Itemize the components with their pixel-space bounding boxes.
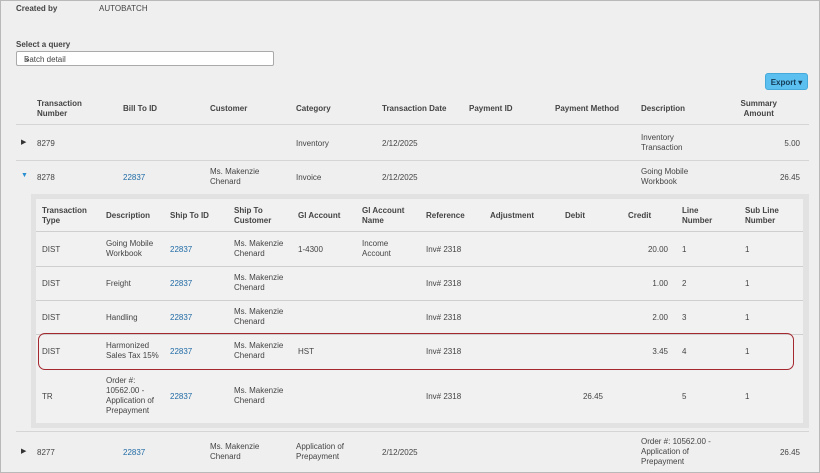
header-transaction-date: Transaction Date — [382, 104, 447, 113]
detail-gl-account: 1-4300 — [298, 245, 323, 254]
detail-credit: 2.00 — [652, 313, 668, 322]
header-description: Description — [641, 104, 686, 113]
subheader-sub-line-number: Sub Line Number — [745, 206, 779, 225]
detail-reference: Inv# 2318 — [426, 245, 462, 254]
detail-line-number: 1 — [682, 245, 687, 254]
expand-triangle-icon[interactable]: ▶ — [21, 138, 26, 146]
query-select[interactable]: Batch detail ⌄ — [16, 51, 274, 66]
header-payment-id: Payment ID — [469, 104, 513, 113]
created-by-value: AUTOBATCH — [99, 4, 148, 13]
row-description: Order #: 10562.00 - Application of Prepaym… — [641, 437, 711, 466]
divider — [36, 231, 803, 232]
detail-description: Going Mobile Workbook — [106, 239, 154, 258]
header-summary-amount: Summary Amount — [740, 99, 777, 118]
row-number: 8277 — [37, 448, 55, 457]
row-date: 2/12/2025 — [382, 448, 418, 457]
subheader-debit: Debit — [565, 211, 585, 220]
detail-ship-to-customer: Ms. Makenzie Chenard — [234, 386, 284, 405]
collapse-triangle-icon[interactable]: ▼ — [21, 172, 28, 179]
detail-type: TR — [42, 392, 53, 401]
detail-description: Handling — [106, 313, 138, 322]
header-bill-to-id: Bill To ID — [123, 104, 158, 113]
divider — [16, 124, 809, 125]
detail-reference: Inv# 2318 — [426, 392, 462, 401]
detail-type: DIST — [42, 245, 61, 254]
header-payment-method: Payment Method — [555, 104, 620, 113]
query-label: Select a query — [16, 40, 71, 49]
row-amount: 26.45 — [779, 448, 800, 457]
subheader-line-number: Line Number — [682, 206, 713, 225]
detail-sub-line-number: 1 — [745, 245, 750, 254]
detail-ship-to-link[interactable]: 22837 — [170, 392, 192, 401]
highlight-box — [38, 333, 794, 370]
row-category: Application of Prepayment — [296, 442, 345, 461]
row-description: Inventory Transaction — [641, 133, 683, 152]
export-button[interactable]: Export ▾ — [765, 73, 808, 90]
detail-ship-to-customer: Ms. Makenzie Chenard — [234, 307, 284, 326]
row-amount: 26.45 — [779, 173, 800, 182]
detail-line-number: 5 — [682, 392, 687, 401]
detail-ship-to-link[interactable]: 22837 — [170, 245, 192, 254]
header-category: Category — [296, 104, 331, 113]
detail-reference: Inv# 2318 — [426, 313, 462, 322]
detail-sub-line-number: 1 — [745, 392, 750, 401]
divider — [16, 431, 809, 432]
detail-description: Order #: 10562.00 - Application of Prepayme… — [106, 376, 155, 415]
chevron-down-icon: ⌄ — [24, 54, 31, 63]
detail-reference: Inv# 2318 — [426, 279, 462, 288]
row-category: Inventory — [296, 139, 329, 148]
row-date: 2/12/2025 — [382, 139, 418, 148]
detail-gl-account-name: Income Account — [362, 239, 391, 258]
subheader-credit: Credit — [628, 211, 652, 220]
detail-line-number: 3 — [682, 313, 687, 322]
row-number: 8278 — [37, 173, 55, 182]
row-number: 8279 — [37, 139, 55, 148]
row-bill-to-link[interactable]: 22837 — [123, 448, 145, 457]
subheader-ship-to-customer: Ship To Customer — [234, 206, 272, 225]
row-date: 2/12/2025 — [382, 173, 418, 182]
detail-line-number: 2 — [682, 279, 687, 288]
detail-type: DIST — [42, 313, 61, 322]
divider — [36, 266, 803, 267]
detail-description: Freight — [106, 279, 131, 288]
detail-ship-to-customer: Ms. Makenzie Chenard — [234, 239, 284, 258]
subheader-reference: Reference — [426, 211, 465, 220]
detail-ship-to-link[interactable]: 22837 — [170, 313, 192, 322]
detail-credit: 1.00 — [652, 279, 668, 288]
header-customer: Customer — [210, 104, 248, 113]
subheader-transaction-type: Transaction Type — [42, 206, 87, 225]
row-category: Invoice — [296, 173, 322, 182]
divider — [16, 160, 809, 161]
row-customer: Ms. Makenzie Chenard — [210, 167, 260, 186]
row-bill-to-link[interactable]: 22837 — [123, 173, 145, 182]
subheader-description: Description — [106, 211, 151, 220]
subheader-gl-account: Gl Account — [298, 211, 341, 220]
detail-ship-to-customer: Ms. Makenzie Chenard — [234, 273, 284, 292]
subheader-gl-account-name: Gl Account Name — [362, 206, 405, 225]
row-amount: 5.00 — [784, 139, 800, 148]
detail-debit: 26.45 — [582, 392, 603, 401]
subheader-adjustment: Adjustment — [490, 211, 534, 220]
detail-sub-line-number: 1 — [745, 313, 750, 322]
expand-triangle-icon[interactable]: ▶ — [21, 447, 26, 455]
row-customer: Ms. Makenzie Chenard — [210, 442, 260, 461]
subheader-ship-to-id: Ship To ID — [170, 211, 209, 220]
detail-credit: 20.00 — [647, 245, 668, 254]
divider — [36, 300, 803, 301]
header-transaction-number: Transaction Number — [37, 99, 82, 118]
detail-sub-line-number: 1 — [745, 279, 750, 288]
created-by-label: Created by — [16, 4, 58, 13]
row-description: Going Mobile Workbook — [641, 167, 689, 186]
detail-ship-to-link[interactable]: 22837 — [170, 279, 192, 288]
detail-type: DIST — [42, 279, 61, 288]
